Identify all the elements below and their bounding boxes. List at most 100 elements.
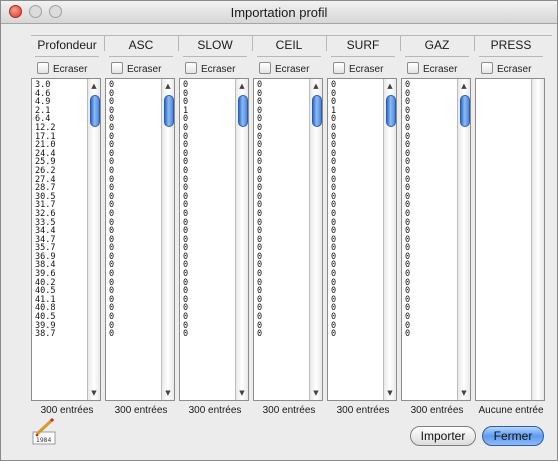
- overwrite-checkbox-ceil[interactable]: Ecraser: [259, 62, 309, 76]
- scroll-up-arrow-icon[interactable]: ▲: [237, 81, 247, 91]
- list-item[interactable]: 0: [257, 132, 309, 142]
- list-item[interactable]: 0: [109, 81, 161, 90]
- list-item[interactable]: 0: [405, 304, 457, 313]
- list-item[interactable]: 0: [183, 244, 235, 253]
- checkbox-box[interactable]: [185, 62, 197, 74]
- vertical-scrollbar[interactable]: ▲ ▼: [161, 79, 174, 400]
- list-item[interactable]: 0: [331, 270, 383, 279]
- list-item[interactable]: 0: [405, 193, 457, 202]
- list-item[interactable]: 0: [183, 313, 235, 322]
- list-item[interactable]: 0: [331, 115, 383, 124]
- value-list-asc[interactable]: 0 0 0 0 0 0 0 0 0 0 0 0 0 0 0 0 0 0 0 0 0 0 0 0 0 0 0 0 0 0 ▲ ▼: [105, 78, 175, 401]
- list-item[interactable]: 0: [257, 287, 309, 296]
- list-item[interactable]: 0: [257, 201, 309, 210]
- list-item[interactable]: 0: [331, 167, 383, 176]
- list-item[interactable]: 0: [183, 132, 235, 142]
- list-item[interactable]: 0: [405, 158, 457, 167]
- list-item[interactable]: 0: [331, 193, 383, 202]
- value-list-ceil[interactable]: 0 0 0 0 0 0 0 0 0 0 0 0 0 0 0 0 0 0 0 0 0 0 0 0 0 0 0 0 0 0 ▲ ▼: [253, 78, 323, 401]
- list-item[interactable]: 0: [109, 184, 161, 193]
- scroll-thumb[interactable]: [312, 95, 322, 127]
- list-item[interactable]: 0: [257, 150, 309, 159]
- close-button[interactable]: Fermer: [482, 426, 544, 446]
- list-item[interactable]: 0: [109, 210, 161, 219]
- checkbox-box[interactable]: [481, 62, 493, 74]
- list-item[interactable]: 0: [109, 167, 161, 176]
- list-item[interactable]: 0: [405, 227, 457, 236]
- list-item[interactable]: 0: [257, 322, 309, 331]
- list-item[interactable]: 0: [109, 270, 161, 279]
- list-item[interactable]: 0: [331, 132, 383, 142]
- list-item[interactable]: 0: [405, 201, 457, 210]
- list-item[interactable]: 0: [183, 270, 235, 279]
- checkbox-box[interactable]: [333, 62, 345, 74]
- list-item[interactable]: 0: [405, 167, 457, 176]
- list-item[interactable]: 0: [183, 279, 235, 288]
- list-item[interactable]: 0: [405, 313, 457, 322]
- list-item[interactable]: 0: [257, 193, 309, 202]
- list-item[interactable]: 0: [109, 279, 161, 288]
- vertical-scrollbar[interactable]: ▲ ▼: [87, 79, 100, 400]
- list-item[interactable]: 0: [109, 201, 161, 210]
- list-item[interactable]: 0: [257, 244, 309, 253]
- list-item[interactable]: 0: [109, 175, 161, 185]
- list-item[interactable]: 0: [331, 330, 383, 339]
- overwrite-checkbox-surf[interactable]: Ecraser: [333, 62, 383, 76]
- list-item[interactable]: 0: [183, 201, 235, 210]
- value-list-gaz[interactable]: 0 0 0 0 0 0 0 0 0 0 0 0 0 0 0 0 0 0 0 0 0 0 0 0 0 0 0 0 0 0 ▲ ▼: [401, 78, 471, 401]
- list-item[interactable]: 0: [405, 81, 457, 90]
- checkbox-box[interactable]: [259, 62, 271, 74]
- value-list-press[interactable]: [475, 78, 545, 401]
- list-item[interactable]: 0: [183, 167, 235, 176]
- list-item[interactable]: 0: [109, 107, 161, 116]
- list-item[interactable]: 0: [405, 218, 457, 228]
- scroll-up-arrow-icon[interactable]: ▲: [311, 81, 321, 91]
- list-item[interactable]: 0: [257, 167, 309, 176]
- scroll-thumb[interactable]: [164, 95, 174, 127]
- list-item[interactable]: 0: [257, 261, 309, 270]
- list-item[interactable]: 0: [331, 322, 383, 331]
- list-item[interactable]: 0: [183, 81, 235, 90]
- list-item[interactable]: 0: [405, 270, 457, 279]
- list-item[interactable]: 0: [109, 287, 161, 296]
- list-item[interactable]: 0: [109, 89, 161, 99]
- list-item[interactable]: 0: [405, 330, 457, 339]
- list-item[interactable]: 0: [331, 201, 383, 210]
- list-item[interactable]: 0: [183, 253, 235, 262]
- list-item[interactable]: 0: [331, 227, 383, 236]
- list-item[interactable]: 0: [405, 141, 457, 150]
- list-item[interactable]: 0: [109, 330, 161, 339]
- list-item[interactable]: 0: [183, 322, 235, 331]
- list-item[interactable]: 0: [109, 313, 161, 322]
- list-item[interactable]: 0: [405, 107, 457, 116]
- checkbox-box[interactable]: [111, 62, 123, 74]
- list-item[interactable]: 0: [331, 158, 383, 167]
- list-item[interactable]: 0: [331, 253, 383, 262]
- list-item[interactable]: 0: [331, 261, 383, 270]
- list-item[interactable]: 0: [183, 236, 235, 245]
- list-item[interactable]: 0: [109, 253, 161, 262]
- overwrite-checkbox-asc[interactable]: Ecraser: [111, 62, 161, 76]
- list-item[interactable]: 0: [257, 115, 309, 124]
- list-item[interactable]: 0: [331, 175, 383, 185]
- list-item[interactable]: 0: [257, 313, 309, 322]
- list-item[interactable]: 0: [109, 193, 161, 202]
- list-item[interactable]: 0: [183, 304, 235, 313]
- scroll-down-arrow-icon[interactable]: ▼: [459, 388, 469, 398]
- checkbox-box[interactable]: [37, 62, 49, 74]
- list-item[interactable]: 0: [331, 150, 383, 159]
- list-item[interactable]: 0: [405, 210, 457, 219]
- list-item[interactable]: 0: [257, 253, 309, 262]
- list-item[interactable]: 0: [183, 330, 235, 339]
- list-item[interactable]: 0: [109, 115, 161, 124]
- list-item[interactable]: 0: [257, 98, 309, 107]
- list-item[interactable]: 0: [183, 296, 235, 305]
- list-item[interactable]: 0: [331, 81, 383, 90]
- overwrite-checkbox-press[interactable]: Ecraser: [481, 62, 531, 76]
- list-item[interactable]: 0: [331, 287, 383, 296]
- list-item[interactable]: 0: [257, 124, 309, 133]
- list-item[interactable]: 0: [331, 89, 383, 99]
- list-item[interactable]: 0: [331, 141, 383, 150]
- list-item[interactable]: 0: [109, 218, 161, 228]
- value-list-profondeur[interactable]: 3.0 4.6 4.9 2.1 6.4 12.2 17.1 21.0 24.4 25.9 26.2 2…: [31, 78, 101, 401]
